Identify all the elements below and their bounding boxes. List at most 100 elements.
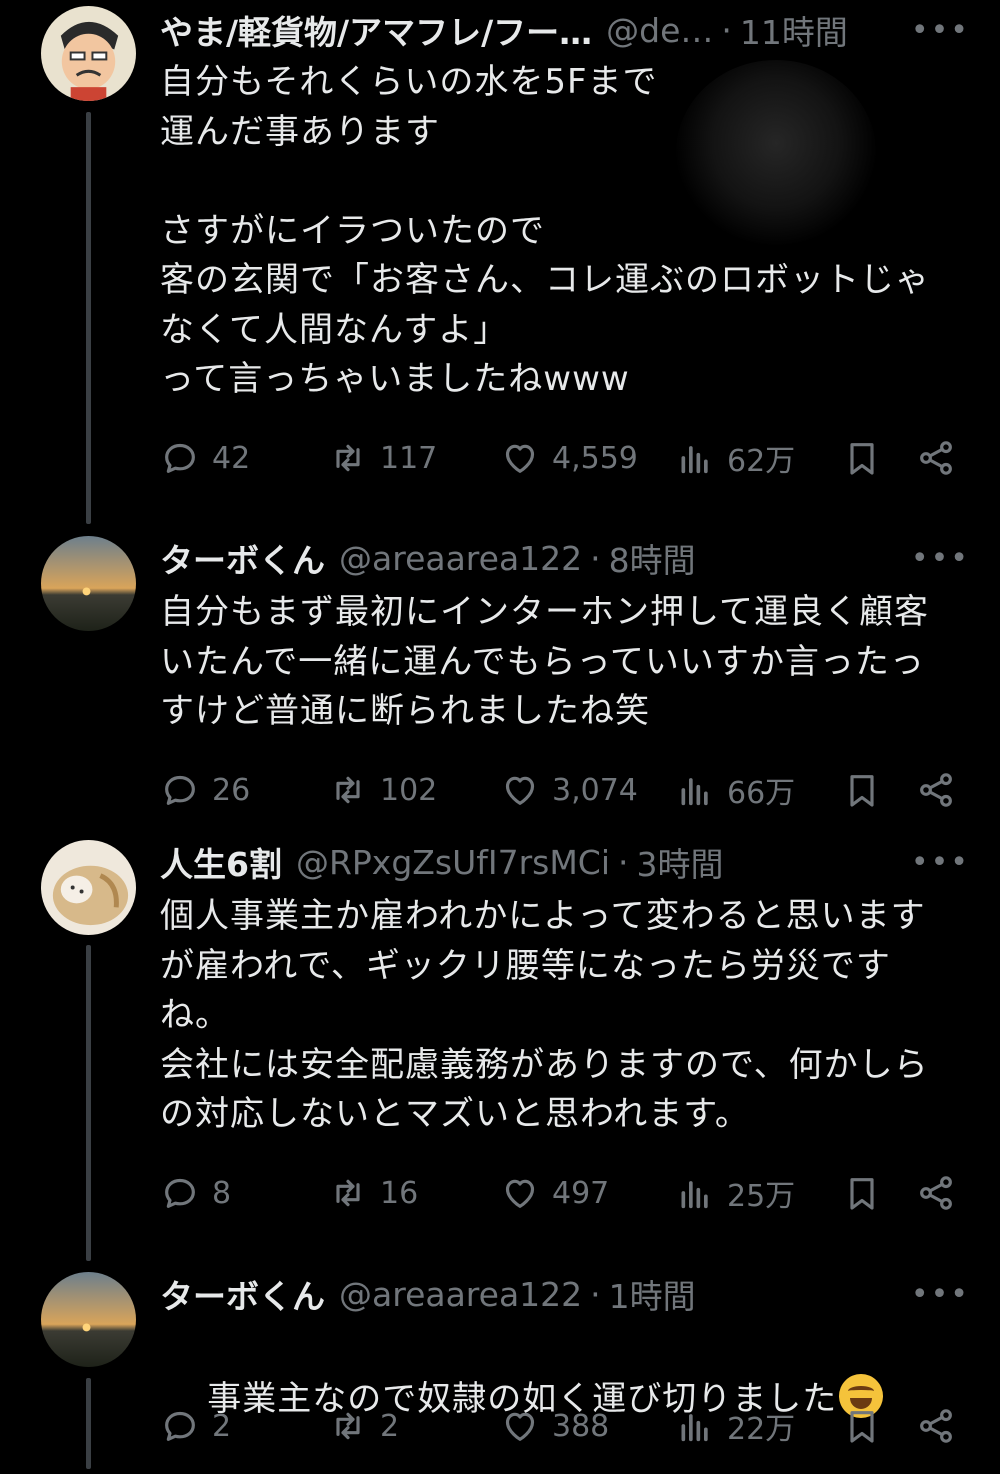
share-icon xyxy=(920,773,952,807)
heart-icon xyxy=(505,1179,535,1208)
timestamp[interactable]: 3時間 xyxy=(637,838,724,886)
action-bar: 26 102 3,074 66万 xyxy=(160,768,960,812)
like-count: 497 xyxy=(552,1175,610,1211)
retweet-icon xyxy=(336,1412,360,1440)
heart-icon xyxy=(505,444,535,473)
action-bar: 8 16 497 25万 xyxy=(160,1171,960,1215)
views-button[interactable]: 25万 xyxy=(675,1171,795,1215)
views-chart-icon xyxy=(681,446,708,474)
tweet-text-container: 事業主なので奴隷の如く運び切りました xyxy=(160,1324,960,1474)
reply-icon xyxy=(165,1411,195,1441)
user-handle[interactable]: @areaarea122 xyxy=(339,539,582,578)
avatar[interactable] xyxy=(41,1272,136,1367)
heart-icon xyxy=(505,1412,535,1441)
separator: · xyxy=(721,10,732,50)
reply-icon xyxy=(165,443,195,473)
display-name[interactable]: やま/軽貨物/アマフレ/フー… xyxy=(160,6,592,54)
tweet[interactable]: やま/軽貨物/アマフレ/フー… @de… · 11時間 ••• 自分もそれくらい… xyxy=(0,0,1000,520)
view-count: 62万 xyxy=(727,444,796,479)
timestamp[interactable]: 11時間 xyxy=(740,6,848,54)
avatar[interactable] xyxy=(41,840,136,935)
more-options-button[interactable]: ••• xyxy=(895,541,970,576)
share-icon xyxy=(920,441,952,475)
reply-count: 42 xyxy=(212,440,251,476)
bookmark-icon xyxy=(850,1411,874,1443)
timestamp[interactable]: 1時間 xyxy=(609,1270,696,1318)
like-count: 3,074 xyxy=(552,772,638,808)
bookmark-icon xyxy=(850,443,874,475)
reply-icon xyxy=(165,775,195,805)
more-options-button[interactable]: ••• xyxy=(895,1277,970,1312)
reply-button[interactable]: 2 xyxy=(160,1404,231,1448)
separator: · xyxy=(590,538,601,578)
reply-button[interactable]: 42 xyxy=(160,436,250,480)
retweet-count: 2 xyxy=(380,1408,400,1444)
like-count: 388 xyxy=(552,1408,610,1444)
heart-icon xyxy=(505,776,535,805)
reply-button[interactable]: 26 xyxy=(160,768,250,812)
display-name[interactable]: 人生6割 xyxy=(160,838,282,886)
separator: · xyxy=(618,842,629,882)
display-name[interactable]: ターボくん xyxy=(160,1270,325,1318)
more-options-button[interactable]: ••• xyxy=(895,845,970,880)
tweet-text: 個人事業主か雇われかによって変わると思います が雇われで、ギックリ腰等になったら… xyxy=(160,896,929,1134)
bookmark-button[interactable] xyxy=(842,1171,894,1215)
share-icon xyxy=(920,1409,952,1443)
reply-count: 8 xyxy=(212,1175,232,1211)
retweet-icon xyxy=(336,444,360,472)
retweet-icon xyxy=(336,776,360,804)
reply-button[interactable]: 8 xyxy=(160,1171,231,1215)
retweet-count: 102 xyxy=(380,772,438,808)
action-bar: 2 2 388 22万 xyxy=(160,1404,960,1448)
display-name[interactable]: ターボくん xyxy=(160,534,325,582)
bookmark-button[interactable] xyxy=(842,768,894,812)
bookmark-button[interactable] xyxy=(842,1404,894,1448)
views-chart-icon xyxy=(681,1181,708,1209)
views-button[interactable]: 66万 xyxy=(675,768,795,812)
timestamp[interactable]: 8時間 xyxy=(609,534,696,582)
view-count: 22万 xyxy=(727,1412,796,1447)
views-chart-icon xyxy=(681,1414,708,1442)
retweet-button[interactable]: 117 xyxy=(328,436,437,480)
avatar[interactable] xyxy=(41,536,136,631)
views-button[interactable]: 22万 xyxy=(675,1404,795,1448)
tweet[interactable]: 人生6割 @RPxgZsUfI7rsMCi · 3時間 ••• 個人事業主か雇わ… xyxy=(0,832,1000,1252)
reply-count: 2 xyxy=(212,1408,232,1444)
retweet-button[interactable]: 16 xyxy=(328,1171,418,1215)
bookmark-button[interactable] xyxy=(842,436,894,480)
view-count: 66万 xyxy=(727,776,796,811)
more-options-button[interactable]: ••• xyxy=(895,13,970,48)
bookmark-icon xyxy=(850,775,874,807)
reply-icon xyxy=(165,1178,195,1208)
share-button[interactable] xyxy=(916,768,968,812)
tweet-text: 自分もそれくらいの水を5Fまで 運んだ事あります さすがにイラついたので 客の玄… xyxy=(160,62,930,399)
reply-count: 26 xyxy=(212,772,251,808)
user-handle[interactable]: @areaarea122 xyxy=(339,1275,582,1314)
user-handle[interactable]: @RPxgZsUfI7rsMCi xyxy=(296,843,610,882)
like-button[interactable]: 388 xyxy=(500,1404,609,1448)
like-button[interactable]: 4,559 xyxy=(500,436,638,480)
separator: · xyxy=(590,1274,601,1314)
bookmark-icon xyxy=(850,1178,874,1210)
share-icon xyxy=(920,1176,952,1210)
view-count: 25万 xyxy=(727,1179,796,1214)
retweet-button[interactable]: 102 xyxy=(328,768,437,812)
retweet-count: 16 xyxy=(380,1175,419,1211)
views-chart-icon xyxy=(681,778,708,806)
tweet[interactable]: ターボくん @areaarea122 · 8時間 ••• 自分もまず最初にインタ… xyxy=(0,528,1000,828)
like-button[interactable]: 3,074 xyxy=(500,768,638,812)
share-button[interactable] xyxy=(916,1171,968,1215)
retweet-icon xyxy=(336,1179,360,1207)
action-bar: 42 117 4,559 62万 xyxy=(160,436,960,480)
views-button[interactable]: 62万 xyxy=(675,436,795,480)
share-button[interactable] xyxy=(916,1404,968,1448)
tweet[interactable]: ターボくん @areaarea122 · 1時間 ••• 事業主なので奴隷の如く… xyxy=(0,1264,1000,1469)
retweet-button[interactable]: 2 xyxy=(328,1404,399,1448)
like-button[interactable]: 497 xyxy=(500,1171,609,1215)
tweet-text: 自分もまず最初にインターホン押して運良く顧客 いたんで一緒に運んでもらっていいす… xyxy=(160,592,929,731)
retweet-count: 117 xyxy=(380,440,438,476)
avatar[interactable] xyxy=(41,6,136,101)
share-button[interactable] xyxy=(916,436,968,480)
like-count: 4,559 xyxy=(552,440,638,476)
user-handle[interactable]: @de… xyxy=(606,11,713,50)
